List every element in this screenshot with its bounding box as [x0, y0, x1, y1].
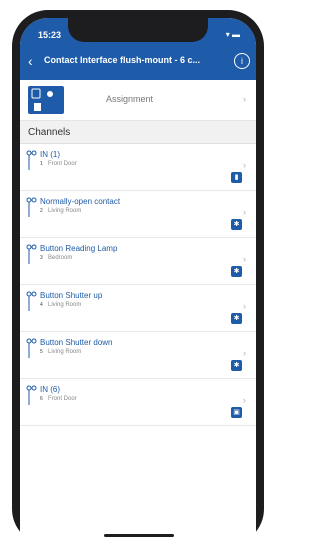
chevron-right-icon: ›	[243, 301, 246, 311]
channel-number: 4	[40, 302, 43, 308]
chevron-right-icon: ›	[243, 94, 246, 104]
channel-row[interactable]: IN (1) 1 Front Door ▮ ›	[20, 144, 256, 191]
door-sensor-icon: ▮	[231, 172, 242, 183]
channel-row[interactable]: Button Shutter down 5 Living Room ✱ ›	[20, 332, 256, 379]
channel-icon	[26, 338, 37, 358]
device-icon	[31, 88, 53, 111]
channel-room: 5 Living Room	[40, 349, 81, 355]
channel-icon	[26, 291, 37, 311]
chevron-right-icon: ›	[243, 160, 246, 170]
status-time: 15:23	[38, 30, 62, 40]
assignment-icons	[28, 86, 64, 114]
channel-name: Button Reading Lamp	[40, 244, 118, 253]
channel-icon	[26, 197, 37, 217]
channel-number: 6	[40, 396, 43, 402]
channel-name: Button Shutter down	[40, 338, 113, 347]
assignment-label: Assignment	[106, 94, 154, 104]
channel-room-label: Living Room	[48, 208, 82, 214]
channel-row[interactable]: IN (6) 6 Front Door ▣ ›	[20, 379, 256, 426]
channel-name: Button Shutter up	[40, 291, 103, 300]
chevron-right-icon: ›	[243, 207, 246, 217]
channel-room: 1 Front Door	[40, 161, 77, 167]
channel-icon	[26, 150, 37, 170]
channel-room-label: Front Door	[48, 396, 77, 402]
channel-row[interactable]: Normally-open contact 2 Living Room ✱ ›	[20, 191, 256, 238]
status-icons: ▾ ▬	[225, 30, 240, 39]
channel-name: IN (1)	[40, 150, 60, 159]
info-icon[interactable]: i	[234, 53, 250, 69]
channel-room: 4 Living Room	[40, 302, 81, 308]
sensor-icon: ✱	[231, 266, 242, 277]
phone-notch	[68, 18, 208, 42]
channel-room: 6 Front Door	[40, 396, 77, 402]
channel-room-label: Living Room	[48, 302, 82, 308]
channel-room-label: Bedroom	[48, 255, 73, 261]
channel-number: 5	[40, 349, 43, 355]
back-icon[interactable]: ‹	[28, 54, 33, 68]
home-indicator[interactable]	[104, 534, 174, 537]
channel-name: IN (6)	[40, 385, 60, 394]
sensor-icon: ✱	[231, 219, 242, 230]
assignment-row[interactable]: Assignment ›	[20, 80, 256, 121]
section-title: Channels	[28, 127, 71, 138]
chevron-right-icon: ›	[243, 395, 246, 405]
lock-icon: ▣	[231, 407, 242, 418]
chevron-right-icon: ›	[243, 254, 246, 264]
channel-number: 1	[40, 161, 43, 167]
sensor-icon: ✱	[231, 360, 242, 371]
channel-row[interactable]: Button Reading Lamp 3 Bedroom ✱ ›	[20, 238, 256, 285]
channels-section-header: Channels	[20, 121, 256, 144]
channel-icon	[26, 244, 37, 264]
page-title: Contact Interface flush-mount - 6 c...	[44, 55, 201, 65]
channel-number: 2	[40, 208, 43, 214]
chevron-right-icon: ›	[243, 348, 246, 358]
channel-room: 2 Living Room	[40, 208, 81, 214]
channel-row[interactable]: Button Shutter up 4 Living Room ✱ ›	[20, 285, 256, 332]
channel-number: 3	[40, 255, 43, 261]
channel-icon	[26, 385, 37, 405]
channels-list: IN (1) 1 Front Door ▮ › Normally-open con…	[20, 144, 256, 426]
channel-room: 3 Bedroom	[40, 255, 72, 261]
channel-name: Normally-open contact	[40, 197, 121, 206]
channel-room-label: Front Door	[48, 161, 77, 167]
channel-room-label: Living Room	[48, 349, 82, 355]
sensor-icon: ✱	[231, 313, 242, 324]
app-screen: 15:23 ▾ ▬ ‹ Contact Interface flush-moun…	[20, 18, 256, 545]
